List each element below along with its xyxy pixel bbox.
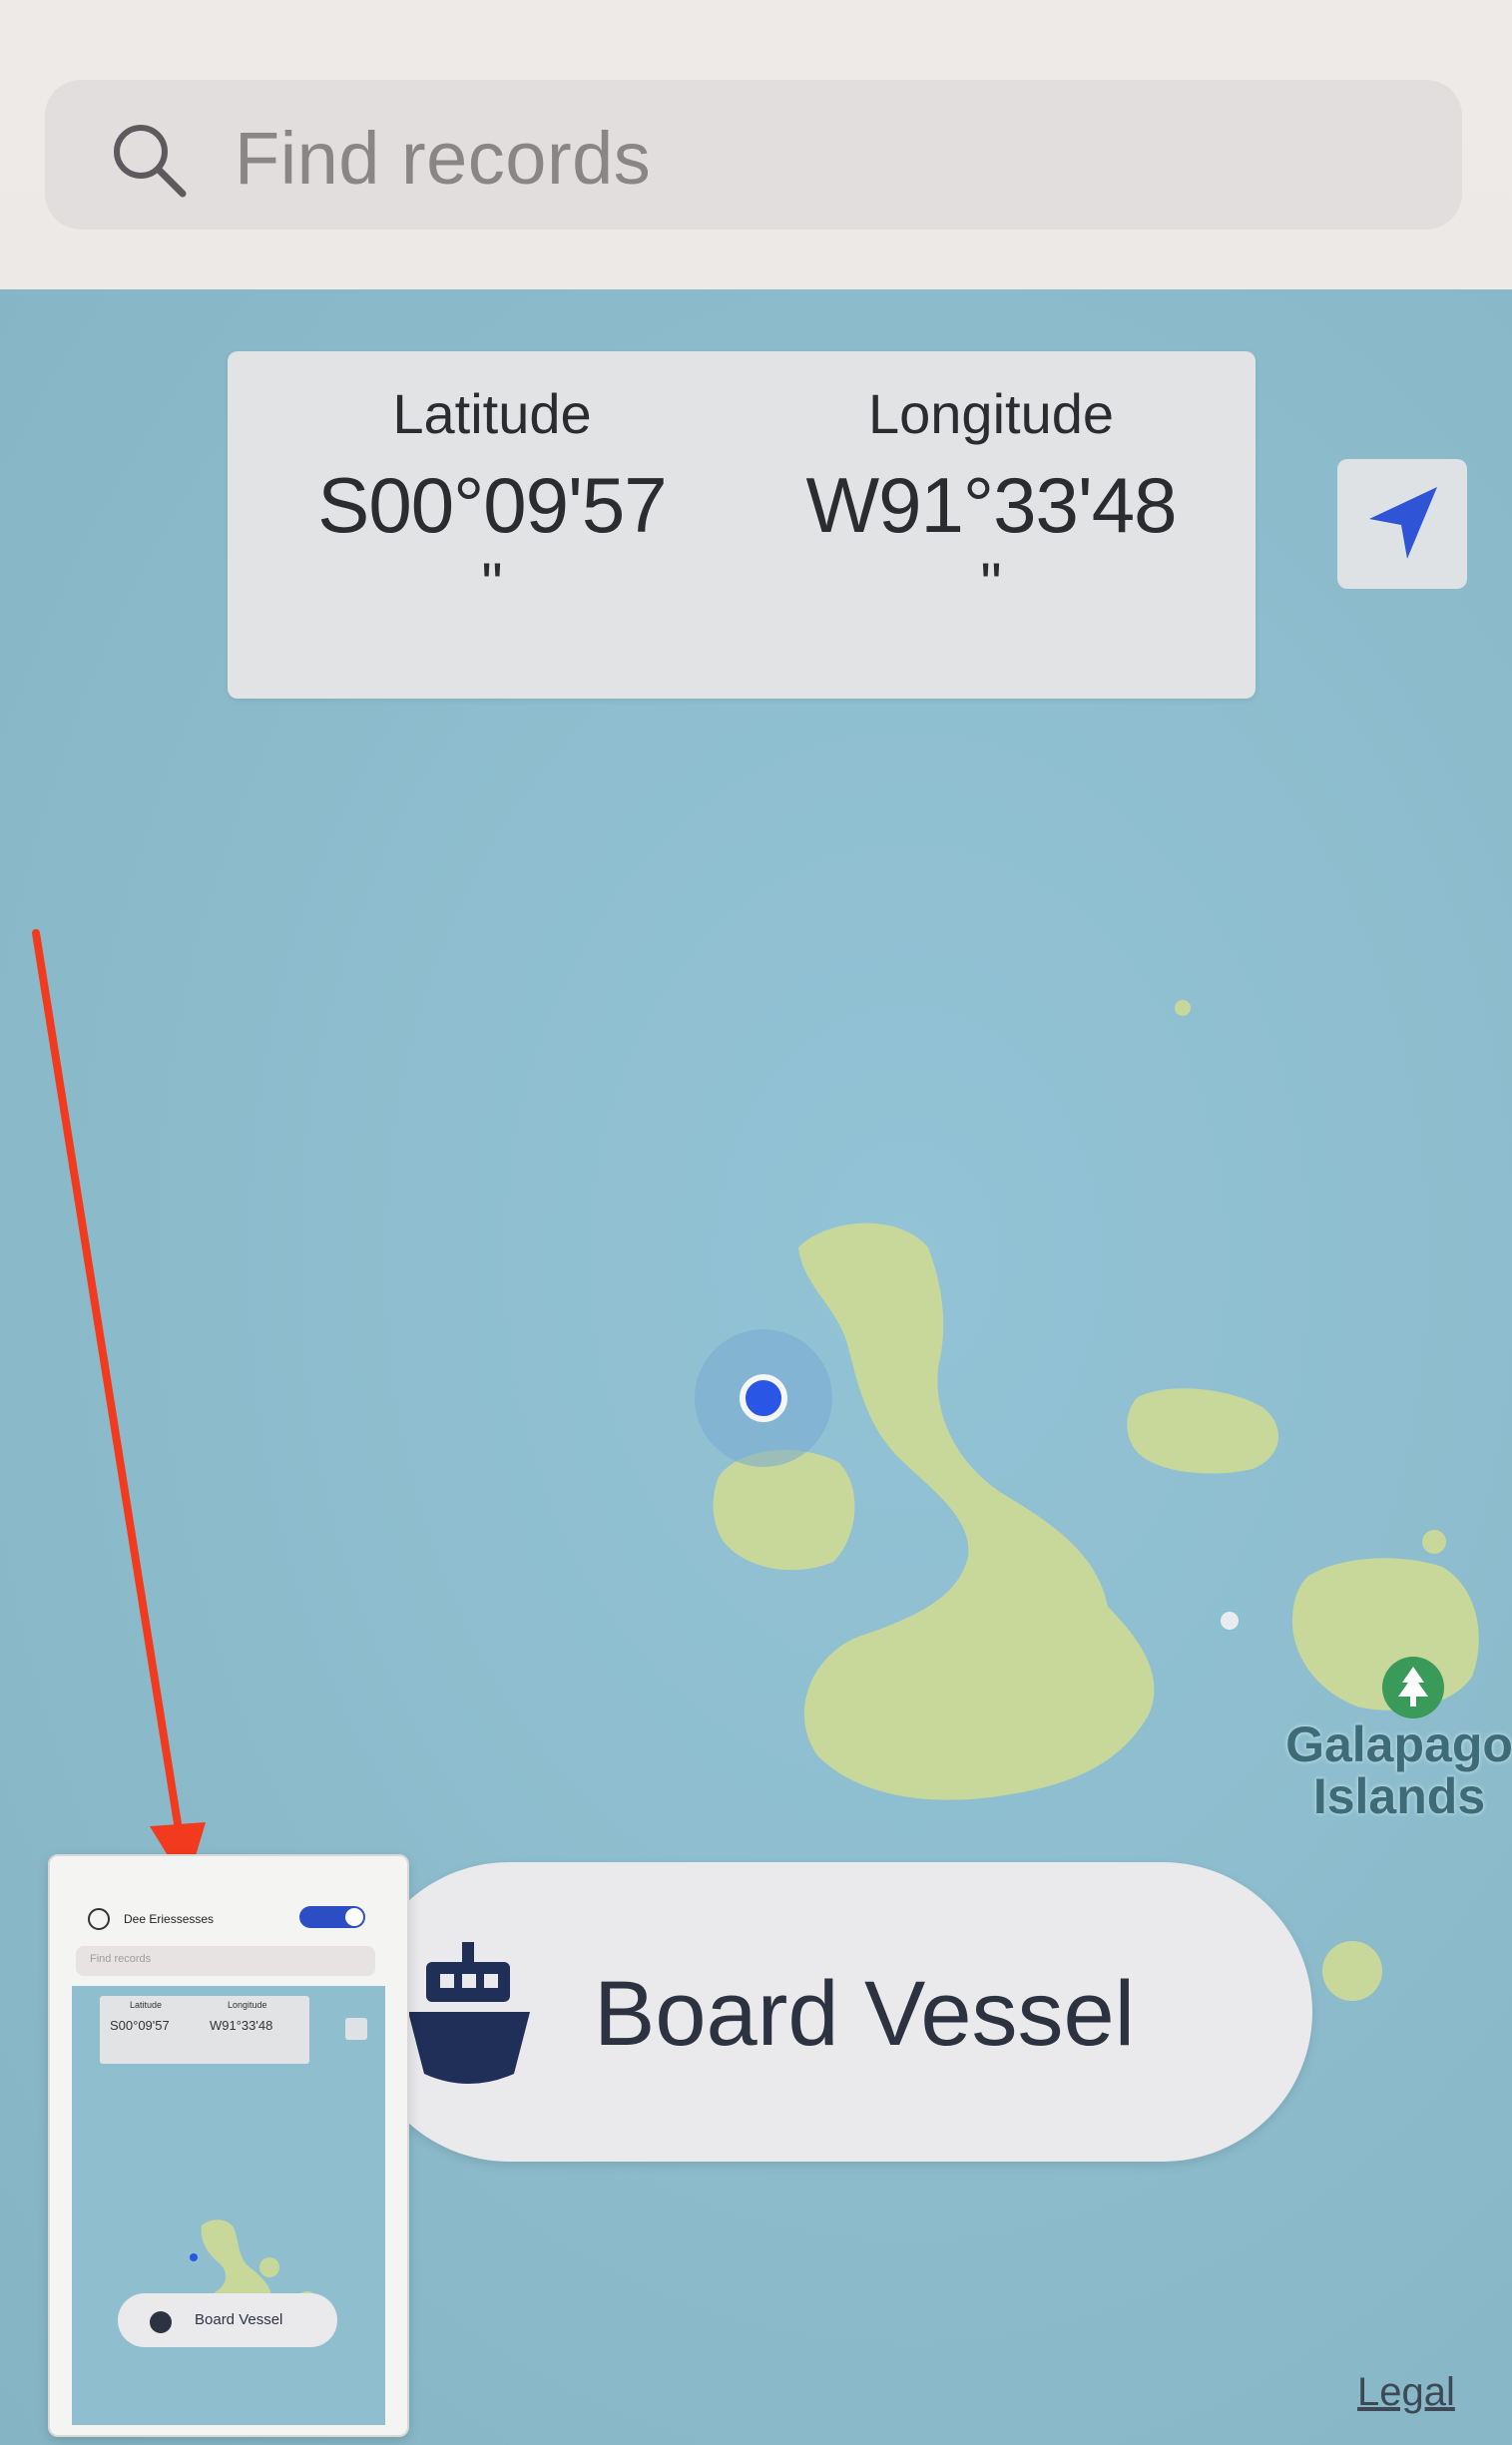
thumb-latitude-label: Latitude (130, 2000, 163, 2010)
screenshot-thumbnail[interactable]: Dee Eriessesses Find records Latitude Lo… (48, 1854, 409, 2437)
thumb-search-placeholder: Find records (90, 1953, 152, 1965)
thumb-latitude-value: S00°09'57 (110, 2018, 170, 2033)
thumb-longitude-label: Longitude (228, 2000, 267, 2010)
thumb-ship-icon (150, 2311, 172, 2333)
thumb-longitude-value: W91°33'48 (210, 2018, 273, 2033)
thumb-locate-button (345, 2018, 367, 2040)
thumb-toggle (299, 1906, 365, 1928)
thumb-board-label: Board Vessel (195, 2311, 283, 2328)
legal-link[interactable]: Legal (1357, 2370, 1455, 2415)
thumb-user-name: Dee Eriessesses (124, 1912, 215, 1926)
thumb-user-icon (88, 1908, 110, 1930)
